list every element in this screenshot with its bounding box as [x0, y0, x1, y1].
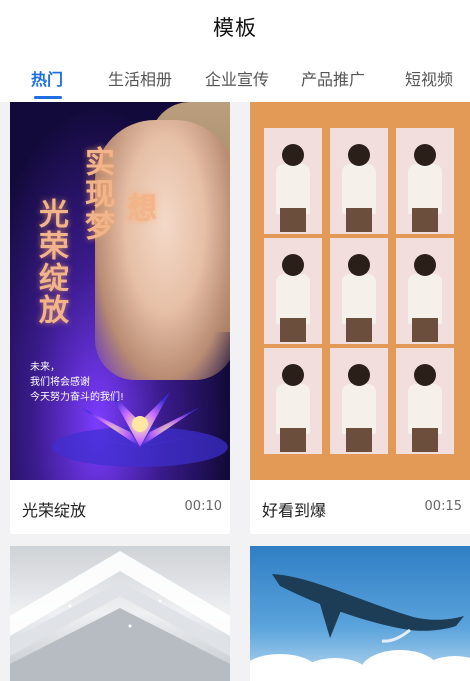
photo-cell: [330, 128, 388, 234]
photo-cell: [330, 348, 388, 454]
overlay-caption: 未来， 我们将会感谢 今天努力奋斗的我们!: [30, 360, 124, 405]
tab-corporate[interactable]: 企业宣传: [205, 66, 269, 90]
page-title: 模板: [213, 16, 257, 40]
template-card[interactable]: 光荣绽放 实现梦 想 未来， 我们将会感谢 今天努力奋斗的我们! 光荣绽放 00…: [10, 102, 230, 534]
template-thumbnail: [10, 546, 230, 681]
template-meta: 光荣绽放 00:10: [10, 480, 230, 534]
template-card[interactable]: [250, 546, 470, 681]
template-duration: 00:15: [424, 499, 462, 514]
photo-cell: [264, 238, 322, 344]
template-card[interactable]: 好看到爆 00:15: [250, 102, 470, 534]
tab-short-video[interactable]: 短视频: [405, 66, 453, 90]
template-thumbnail: [250, 546, 470, 681]
template-grid: 光荣绽放 实现梦 想 未来， 我们将会感谢 今天努力奋斗的我们! 光荣绽放 00…: [0, 102, 470, 681]
overlay-caption-line: 我们将会感谢: [30, 377, 90, 388]
template-thumbnail: 光荣绽放 实现梦 想 未来， 我们将会感谢 今天努力奋斗的我们!: [10, 102, 230, 480]
photo-cell: [264, 128, 322, 234]
tab-product-promo[interactable]: 产品推广: [301, 66, 365, 90]
overlay-caption-line: 今天努力奋斗的我们!: [30, 392, 125, 403]
template-card[interactable]: [10, 546, 230, 681]
overlay-title-col3: 想: [121, 192, 156, 224]
category-tabs: 热门 生活相册 企业宣传 产品推广 短视频: [0, 54, 470, 102]
silver-chevron-image: [10, 551, 230, 681]
active-tab-indicator: [34, 96, 62, 99]
overlay-caption-line: 未来，: [30, 362, 60, 373]
photo-cell: [396, 238, 454, 344]
template-thumbnail: [250, 102, 470, 480]
template-name: 光荣绽放: [22, 501, 87, 520]
template-duration: 00:10: [184, 499, 222, 514]
tab-life-album[interactable]: 生活相册: [108, 66, 172, 90]
template-name: 好看到爆: [262, 501, 327, 520]
photo-cell: [396, 348, 454, 454]
overlay-title-col2: 实现梦: [79, 146, 114, 242]
photo-cell: [396, 128, 454, 234]
overlay-title-col1: 光荣绽放: [33, 198, 68, 326]
tab-hot[interactable]: 热门: [31, 66, 63, 90]
photo-cell: [264, 348, 322, 454]
top-bar: 模板: [0, 0, 470, 54]
photo-cell: [330, 238, 388, 344]
template-meta: 好看到爆 00:15: [250, 480, 470, 534]
